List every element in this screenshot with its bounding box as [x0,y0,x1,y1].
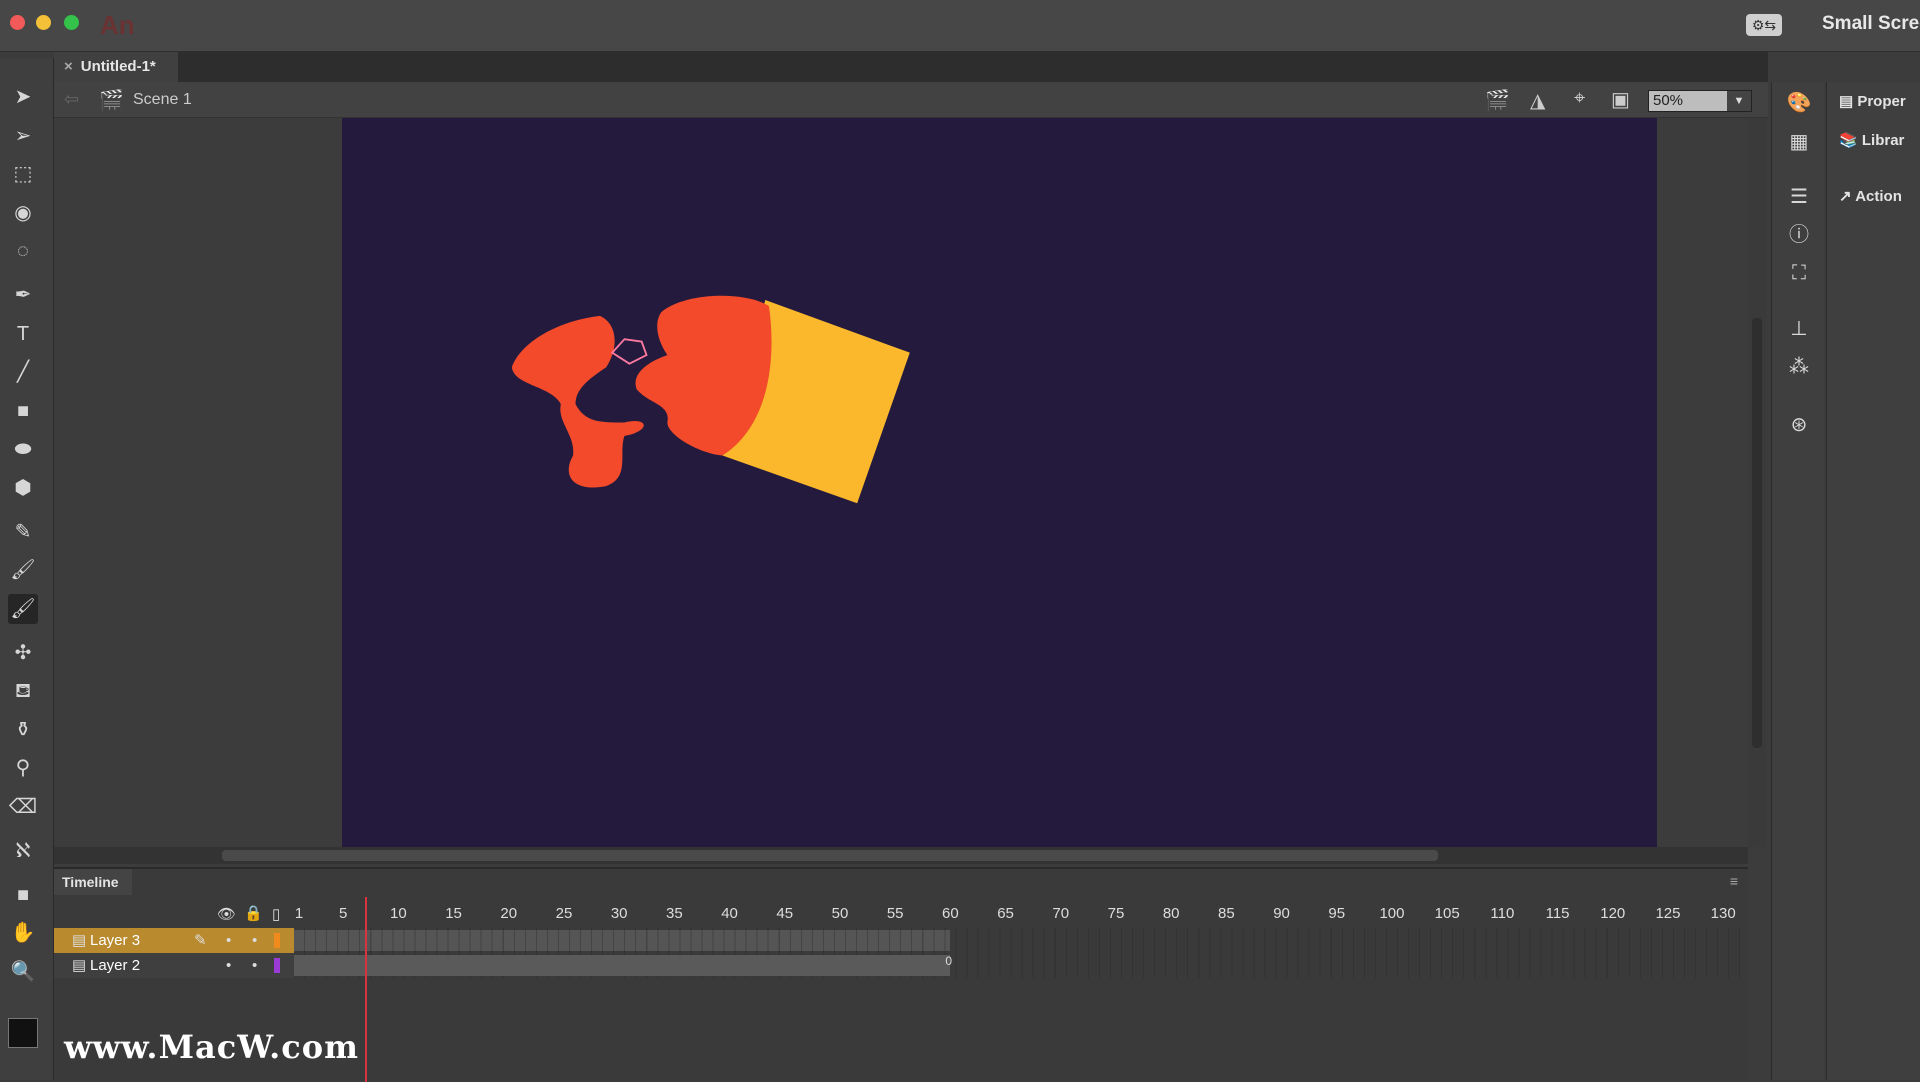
panel-librar[interactable]: 📚 Librar [1839,131,1904,149]
layer-icon: ▤ [72,957,87,974]
brush-cursor-outline [610,338,648,365]
pencil-icon: ✎ [194,932,207,949]
panel-label: Librar [1861,132,1905,149]
visibility-dot[interactable]: • [226,953,231,978]
lock-icon[interactable]: 🔒 [244,904,263,922]
frame-number: 120 [1600,905,1626,922]
panel-label: Action [1855,188,1902,205]
lock-dot[interactable]: • [252,953,257,978]
panel-action[interactable]: ↗ Action [1839,187,1902,205]
layer-color-swatch[interactable] [274,933,280,948]
timeline-tab[interactable]: Timeline [54,869,132,895]
transform-icon[interactable]: ⛶ [1784,258,1814,288]
frame-number: 50 [831,905,849,922]
motion-presets-icon[interactable]: ⁂ [1784,352,1814,382]
lock-dot[interactable]: • [252,928,257,953]
playhead[interactable] [365,897,368,1082]
layer-icon: ▤ [72,932,87,949]
end-frame-marker: 0 [945,954,953,968]
frame-number: 25 [555,905,573,922]
horizontal-scrollbar[interactable] [54,847,1748,864]
frame-number: 70 [1052,905,1070,922]
layer-color-swatch[interactable] [274,958,280,973]
frame-number: 125 [1655,905,1681,922]
frame-number: 10 [390,905,407,922]
watermark: www.MacW.com [64,1028,359,1066]
layer-name[interactable]: Layer 2 [90,953,140,978]
library-icon: 📚 [1839,132,1862,149]
frame-number: 90 [1273,905,1290,922]
panel-menu-icon[interactable]: ≡ [1730,873,1738,889]
frame-number: 85 [1218,905,1235,922]
frame-number: 65 [997,905,1014,922]
show-hide-eye-icon[interactable]: 👁 [217,905,236,923]
properties-icon: ▤ [1839,93,1858,110]
vertical-scrollbar[interactable] [1748,118,1766,847]
frame-number: 5 [338,905,348,922]
frame-number: 110 [1490,905,1515,922]
outline-icon[interactable]: ▯ [272,905,280,923]
color-palette-icon[interactable]: 🎨 [1784,88,1814,118]
frame-number: 130 [1710,905,1736,922]
frame-number: 40 [721,905,738,922]
horizontal-scroll-thumb[interactable] [222,850,1438,861]
info-icon[interactable]: ⓘ [1784,220,1814,250]
frame-span[interactable] [294,930,951,951]
layer-frames[interactable] [294,928,1748,953]
layer-row[interactable]: ▤ Layer 3 ✎ • • [54,928,294,953]
red-figure-shape[interactable] [511,315,644,488]
cc-libraries-icon[interactable]: ⊛ [1784,410,1814,440]
frame-number: 15 [445,905,462,922]
layer-name[interactable]: Layer 3 [90,928,140,953]
frame-number: 100 [1379,905,1405,922]
frame-number: 105 [1434,905,1460,922]
layer-frames[interactable]: 0 [294,953,1748,978]
panel-proper[interactable]: ▤ Proper [1839,92,1906,110]
frame-number: 80 [1162,905,1180,922]
frame-number: 30 [610,905,628,922]
frame-number: 35 [666,905,683,922]
frame-number: 75 [1107,905,1125,922]
frame-number: 60 [942,905,959,922]
layer-row[interactable]: ▤ Layer 2 • • [54,953,294,978]
frame-number: 95 [1328,905,1346,922]
swatches-icon[interactable]: ▦ [1784,127,1814,157]
actions-icon: ↗ [1839,188,1856,205]
frame-number: 1 [294,905,304,922]
components-icon[interactable]: ⊥ [1784,314,1814,344]
panel-icon-column: 🎨 ▦ ☰ ⓘ ⛶ ⊥ ⁂ ⊛ [1771,82,1824,1080]
frame-number: 115 [1545,905,1570,922]
frame-number: 55 [886,905,904,922]
visibility-dot[interactable]: • [226,928,231,953]
frame-number: 45 [776,905,794,922]
frame-span[interactable] [294,955,951,976]
vertical-scroll-thumb[interactable] [1752,318,1762,748]
panel-label: Proper [1857,93,1906,110]
panel-label-column: ▤ Proper 📚 Librar ↗ Action [1826,82,1920,1080]
align-icon[interactable]: ☰ [1784,182,1814,212]
frame-number: 20 [500,905,518,922]
